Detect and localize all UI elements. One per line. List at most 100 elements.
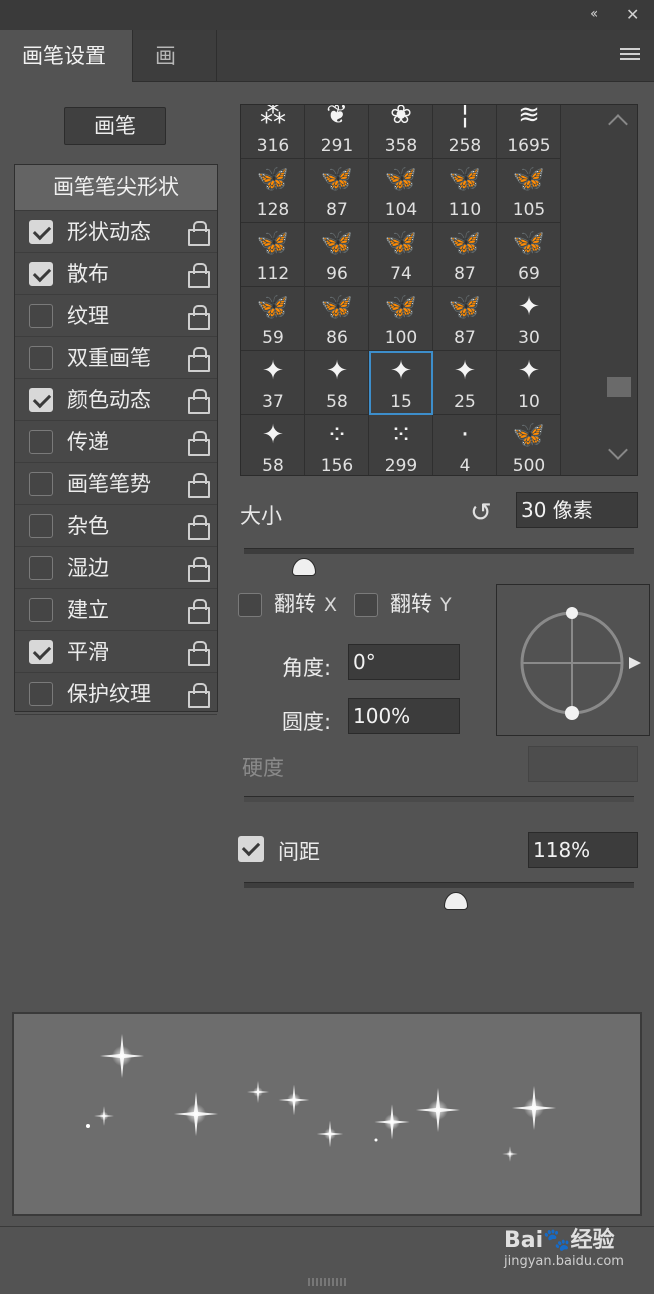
brush-tip-cell[interactable]: ✦ 30 xyxy=(497,287,561,351)
option-checkbox[interactable] xyxy=(29,640,53,664)
flip-y-checkbox[interactable] xyxy=(354,593,378,617)
brush-tip-cell[interactable]: 🦋 59 xyxy=(241,287,305,351)
lock-icon[interactable] xyxy=(187,389,210,414)
option-item[interactable]: 平滑 xyxy=(15,631,217,673)
option-checkbox[interactable] xyxy=(29,220,53,244)
brush-tip-size: 87 xyxy=(326,200,348,220)
lock-icon[interactable] xyxy=(187,347,210,372)
option-item[interactable]: 杂色 xyxy=(15,505,217,547)
collapse-panel-icon[interactable]: ‹‹ xyxy=(590,6,598,22)
option-checkbox[interactable] xyxy=(29,430,53,454)
option-checkbox[interactable] xyxy=(29,598,53,622)
brush-tip-cell[interactable]: 🦋 69 xyxy=(497,223,561,287)
spacing-checkbox[interactable] xyxy=(238,836,264,862)
brush-tip-cell[interactable]: ✦ 10 xyxy=(497,351,561,415)
scroll-up-icon[interactable] xyxy=(608,114,628,134)
option-item[interactable]: 颜色动态 xyxy=(15,379,217,421)
brush-tip-cell[interactable]: ❦ 291 xyxy=(305,105,369,159)
tab-brush-settings[interactable]: 画笔设置 xyxy=(0,30,133,82)
option-item[interactable]: 画笔笔势 xyxy=(15,463,217,505)
lock-icon[interactable] xyxy=(187,599,210,624)
brush-tip-icon: ✦ xyxy=(390,356,412,386)
option-item[interactable]: 保护纹理 xyxy=(15,673,217,715)
lock-icon[interactable] xyxy=(187,515,210,540)
option-item[interactable]: 湿边 xyxy=(15,547,217,589)
brush-tip-size: 4 xyxy=(459,456,471,476)
flip-x-label: 翻转 xyxy=(274,592,316,616)
brush-tip-icon: ❀ xyxy=(390,104,412,130)
lock-icon[interactable] xyxy=(187,683,210,708)
brush-tip-size: 25 xyxy=(454,392,476,412)
brush-tip-cell[interactable]: ¦ 258 xyxy=(433,105,497,159)
option-item[interactable]: 散布 xyxy=(15,253,217,295)
brush-tip-cell[interactable]: 🦋 112 xyxy=(241,223,305,287)
brush-tip-cell[interactable]: 🦋 100 xyxy=(369,287,433,351)
reset-size-icon[interactable]: ↺ xyxy=(470,498,492,528)
brushes-button[interactable]: 画笔 xyxy=(64,107,166,145)
brush-tip-cell[interactable]: 🦋 96 xyxy=(305,223,369,287)
option-item[interactable]: 形状动态 xyxy=(15,211,217,253)
brush-tip-cell[interactable]: ⁂ 316 xyxy=(241,105,305,159)
brush-tip-cell[interactable]: 🦋 87 xyxy=(305,159,369,223)
flip-x-checkbox[interactable] xyxy=(238,593,262,617)
option-item[interactable]: 建立 xyxy=(15,589,217,631)
scrollbar-thumb[interactable] xyxy=(607,377,631,397)
angle-input[interactable]: 0° xyxy=(348,644,460,680)
option-item[interactable]: 双重画笔 xyxy=(15,337,217,379)
brush-tip-cell[interactable]: ≋ 1695 xyxy=(497,105,561,159)
panel-menu-icon[interactable] xyxy=(620,48,640,62)
option-checkbox[interactable] xyxy=(29,556,53,580)
brush-tip-cell[interactable]: ✦ 58 xyxy=(241,415,305,475)
lock-icon[interactable] xyxy=(187,263,210,288)
flip-y-control[interactable]: 翻转 Y xyxy=(354,588,452,618)
brush-tip-cell[interactable]: 🦋 86 xyxy=(305,287,369,351)
resize-grip[interactable] xyxy=(308,1278,348,1286)
brush-tip-cell[interactable]: 🦋 74 xyxy=(369,223,433,287)
tab-brushes[interactable]: 画笔 xyxy=(133,30,217,120)
lock-icon[interactable] xyxy=(187,305,210,330)
brush-tip-cell[interactable]: ✦ 37 xyxy=(241,351,305,415)
brush-tip-cell[interactable]: ⁙ 299 xyxy=(369,415,433,475)
lock-icon[interactable] xyxy=(187,221,210,246)
lock-icon[interactable] xyxy=(187,473,210,498)
close-icon[interactable]: ✕ xyxy=(626,5,639,24)
stroke-preview xyxy=(12,1012,642,1216)
option-checkbox[interactable] xyxy=(29,514,53,538)
option-checkbox[interactable] xyxy=(29,346,53,370)
brush-tip-cell[interactable]: 🦋 105 xyxy=(497,159,561,223)
option-label: 保护纹理 xyxy=(67,682,151,706)
spacing-slider[interactable] xyxy=(244,882,634,888)
brush-tip-grid[interactable]: ⁂ 316 ❦ 291 ❀ 358 ¦ 258 ≋ 1695 🦋 128 🦋 87 🦋 104 🦋 110 🦋 105… xyxy=(240,104,638,476)
brush-tip-cell[interactable]: 🦋 87 xyxy=(433,223,497,287)
brush-tip-cell[interactable]: 🦋 128 xyxy=(241,159,305,223)
scroll-down-icon[interactable] xyxy=(608,440,628,460)
brush-tip-shape-item[interactable]: 画笔笔尖形状 xyxy=(15,165,217,211)
brush-tip-icon: 🦋 xyxy=(512,164,546,194)
option-checkbox[interactable] xyxy=(29,304,53,328)
option-item[interactable]: 传递 xyxy=(15,421,217,463)
brush-tip-cell[interactable]: ✦ 58 xyxy=(305,351,369,415)
flip-x-control[interactable]: 翻转 X xyxy=(238,588,337,618)
angle-roundness-dial[interactable] xyxy=(496,584,650,736)
spacing-input[interactable]: 118% xyxy=(528,832,638,868)
brush-tip-cell[interactable]: 🦋 110 xyxy=(433,159,497,223)
size-input[interactable]: 30 像素 xyxy=(516,492,638,528)
lock-icon[interactable] xyxy=(187,641,210,666)
lock-icon[interactable] xyxy=(187,557,210,582)
brush-tip-cell[interactable]: ✦ 15 xyxy=(369,351,433,415)
option-checkbox[interactable] xyxy=(29,262,53,286)
brush-tip-cell[interactable]: ⁘ 156 xyxy=(305,415,369,475)
roundness-input[interactable]: 100% xyxy=(348,698,460,734)
brush-tip-cell[interactable]: 🦋 500 xyxy=(497,415,561,475)
brush-tip-cell[interactable]: ❀ 358 xyxy=(369,104,433,159)
brush-tip-cell[interactable]: 🦋 87 xyxy=(433,287,497,351)
lock-icon[interactable] xyxy=(187,431,210,456)
brush-tip-cell[interactable]: ✦ 25 xyxy=(433,351,497,415)
brush-tip-cell[interactable]: · 4 xyxy=(433,415,497,476)
option-item[interactable]: 纹理 xyxy=(15,295,217,337)
option-checkbox[interactable] xyxy=(29,388,53,412)
brush-tip-cell[interactable]: 🦋 104 xyxy=(369,159,433,223)
option-checkbox[interactable] xyxy=(29,682,53,706)
option-checkbox[interactable] xyxy=(29,472,53,496)
size-slider[interactable] xyxy=(244,548,634,554)
